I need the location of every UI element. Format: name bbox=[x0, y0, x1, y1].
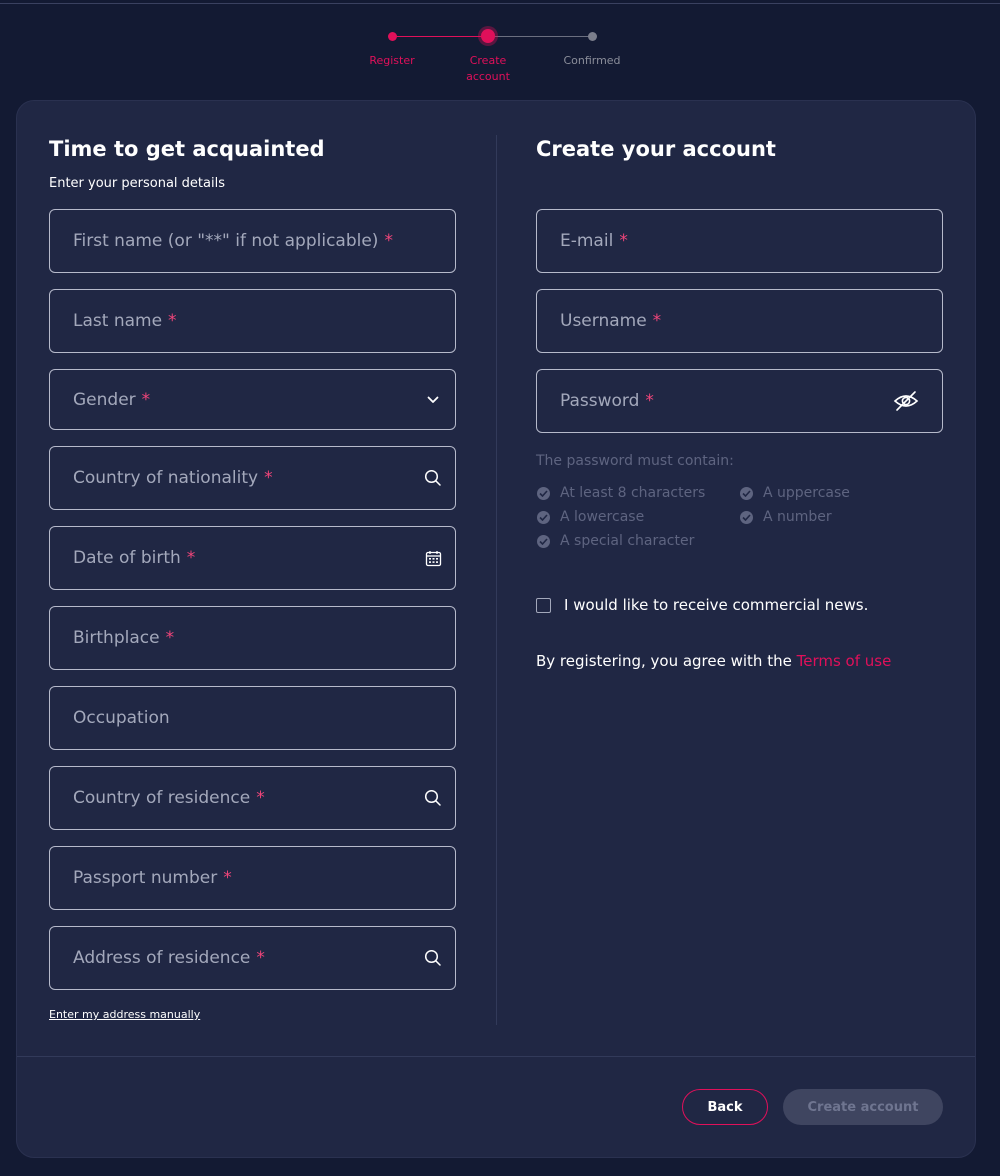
last-name-placeholder: Last name bbox=[73, 311, 163, 331]
step-dot-create-account bbox=[481, 29, 495, 43]
email-field[interactable]: E-mail * bbox=[536, 209, 943, 273]
date-of-birth-placeholder: Date of birth bbox=[73, 548, 181, 568]
check-circle-icon bbox=[740, 510, 753, 524]
passport-number-placeholder: Passport number bbox=[73, 868, 218, 888]
country-of-residence-field[interactable]: Country of residence * bbox=[49, 766, 456, 830]
occupation-field[interactable]: Occupation bbox=[49, 686, 456, 750]
step-dot-confirmed bbox=[588, 32, 597, 41]
create-account-button[interactable]: Create account bbox=[783, 1089, 943, 1125]
required-marker: * bbox=[652, 311, 662, 331]
chevron-down-icon bbox=[423, 390, 443, 410]
terms-of-use-link[interactable]: Terms of use bbox=[797, 652, 892, 670]
password-rule-uppercase: A uppercase bbox=[740, 485, 850, 501]
required-marker: * bbox=[264, 468, 273, 488]
address-of-residence-placeholder: Address of residence bbox=[73, 948, 251, 968]
footer-divider bbox=[17, 1056, 975, 1057]
password-rule-label: A special character bbox=[560, 533, 695, 549]
check-circle-icon bbox=[537, 510, 550, 524]
newsletter-consent[interactable]: I would like to receive commercial news. bbox=[536, 596, 868, 614]
check-circle-icon bbox=[740, 486, 753, 500]
required-marker: * bbox=[256, 788, 265, 808]
newsletter-label: I would like to receive commercial news. bbox=[564, 596, 869, 614]
eye-off-icon[interactable] bbox=[892, 391, 920, 411]
password-rule-lowercase: A lowercase bbox=[537, 509, 644, 525]
username-field[interactable]: Username * bbox=[536, 289, 943, 353]
enter-address-manually-link[interactable]: Enter my address manually bbox=[49, 1008, 200, 1021]
password-rule-label: A number bbox=[763, 509, 832, 525]
required-marker: * bbox=[168, 311, 177, 331]
step-label-confirmed: Confirmed bbox=[563, 54, 621, 67]
registration-card: Time to get acquainted Enter your person… bbox=[16, 100, 976, 1158]
email-placeholder: E-mail bbox=[560, 231, 614, 251]
birthplace-field[interactable]: Birthplace * bbox=[49, 606, 456, 670]
search-icon[interactable] bbox=[423, 788, 443, 808]
password-rule-special: A special character bbox=[537, 533, 694, 549]
step-dot-register bbox=[388, 32, 397, 41]
search-icon[interactable] bbox=[423, 948, 443, 968]
step-label-create-account: Create account bbox=[466, 54, 510, 83]
required-marker: * bbox=[186, 548, 196, 568]
step-label-register: Register bbox=[369, 54, 415, 67]
occupation-placeholder: Occupation bbox=[73, 708, 170, 728]
required-marker: * bbox=[165, 628, 175, 648]
personal-details-subtitle: Enter your personal details bbox=[49, 176, 225, 191]
password-placeholder: Password bbox=[560, 391, 640, 411]
password-rule-label: At least 8 characters bbox=[560, 485, 706, 501]
nationality-field[interactable]: Country of nationality * bbox=[49, 446, 456, 510]
password-rule-label: A uppercase bbox=[763, 485, 850, 501]
stepper-track-upcoming bbox=[488, 36, 592, 37]
create-account-title: Create your account bbox=[536, 137, 776, 161]
date-of-birth-field[interactable]: Date of birth * bbox=[49, 526, 456, 590]
first-name-placeholder: First name (or "**" if not applicable) bbox=[73, 231, 379, 251]
gender-placeholder: Gender bbox=[73, 389, 136, 410]
required-marker: * bbox=[223, 868, 232, 888]
password-field[interactable]: Password * bbox=[536, 369, 943, 433]
personal-details-title: Time to get acquainted bbox=[49, 137, 325, 161]
required-marker: * bbox=[384, 231, 393, 251]
terms-text: By registering, you agree with the bbox=[536, 652, 792, 670]
last-name-field[interactable]: Last name * bbox=[49, 289, 456, 353]
username-placeholder: Username bbox=[560, 311, 647, 331]
search-icon[interactable] bbox=[423, 468, 443, 488]
column-divider bbox=[496, 135, 497, 1025]
newsletter-checkbox[interactable] bbox=[536, 597, 551, 613]
address-of-residence-field[interactable]: Address of residence * bbox=[49, 926, 456, 990]
stepper-track-completed bbox=[392, 36, 488, 37]
terms-notice: By registering, you agree with the Terms… bbox=[536, 652, 891, 670]
gender-select[interactable]: Gender * bbox=[49, 369, 456, 430]
passport-number-field[interactable]: Passport number * bbox=[49, 846, 456, 910]
calendar-icon[interactable] bbox=[423, 548, 443, 568]
required-marker: * bbox=[256, 948, 265, 968]
birthplace-placeholder: Birthplace bbox=[73, 628, 160, 648]
check-circle-icon bbox=[537, 486, 550, 500]
password-rule-min-length: At least 8 characters bbox=[537, 485, 705, 501]
nationality-placeholder: Country of nationality bbox=[73, 468, 259, 488]
check-circle-icon bbox=[537, 534, 550, 548]
required-marker: * bbox=[141, 389, 151, 410]
password-rules-title: The password must contain: bbox=[536, 453, 734, 469]
first-name-field[interactable]: First name (or "**" if not applicable) * bbox=[49, 209, 456, 273]
required-marker: * bbox=[645, 391, 654, 411]
required-marker: * bbox=[619, 231, 628, 251]
country-of-residence-placeholder: Country of residence bbox=[73, 788, 251, 808]
password-rule-number: A number bbox=[740, 509, 832, 525]
registration-stepper: Register Create account Confirmed bbox=[0, 0, 1000, 100]
password-rule-label: A lowercase bbox=[560, 509, 645, 525]
back-button[interactable]: Back bbox=[682, 1089, 768, 1125]
